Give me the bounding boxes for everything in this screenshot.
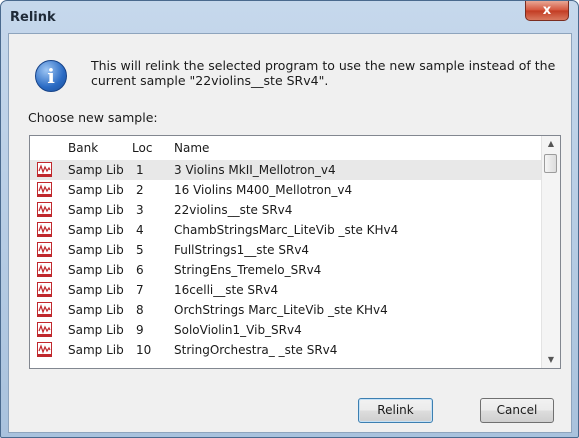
cell-loc: 7 bbox=[136, 283, 144, 297]
relink-button[interactable]: Relink bbox=[358, 398, 433, 423]
scroll-thumb[interactable] bbox=[544, 154, 557, 173]
cell-bank: Samp Lib bbox=[68, 283, 124, 297]
column-header-name[interactable]: Name bbox=[174, 141, 209, 155]
cell-name: 16 Violins M400_Mellotron_v4 bbox=[174, 183, 353, 197]
cell-bank: Samp Lib bbox=[68, 323, 124, 337]
relink-dialog: Relink x i This will relink the selected… bbox=[0, 0, 579, 438]
title-bar[interactable]: Relink x bbox=[1, 1, 578, 35]
waveform-icon bbox=[37, 222, 52, 237]
cell-name: StringEns_Tremelo_SRv4 bbox=[174, 263, 322, 277]
cell-name: 16celli__ste SRv4 bbox=[174, 283, 279, 297]
cell-bank: Samp Lib bbox=[68, 243, 124, 257]
waveform-icon bbox=[37, 342, 52, 357]
cell-bank: Samp Lib bbox=[68, 223, 124, 237]
dialog-message: This will relink the selected program to… bbox=[91, 58, 556, 88]
cell-bank: Samp Lib bbox=[68, 343, 124, 357]
cell-bank: Samp Lib bbox=[68, 203, 124, 217]
waveform-icon bbox=[37, 202, 52, 217]
cell-loc: 10 bbox=[136, 343, 152, 357]
info-icon-glyph: i bbox=[47, 64, 55, 88]
cell-bank: Samp Lib bbox=[68, 183, 124, 197]
list-row[interactable]: Samp Lib 5 FullStrings1__ste SRv4 bbox=[30, 240, 542, 260]
cancel-button[interactable]: Cancel bbox=[480, 398, 554, 423]
list-rows: Samp Lib 1 3 Violins MkII_Mellotron_v4 Samp… bbox=[30, 160, 542, 360]
column-header-bank[interactable]: Bank bbox=[68, 141, 98, 155]
cell-bank: Samp Lib bbox=[68, 163, 124, 177]
dialog-body: i This will relink the selected program … bbox=[8, 33, 572, 433]
waveform-icon bbox=[37, 302, 52, 317]
list-row[interactable]: Samp Lib 8 OrchStrings Marc_LiteVib _ste K… bbox=[30, 300, 542, 320]
waveform-icon bbox=[37, 282, 52, 297]
list-row[interactable]: Samp Lib 10 StringOrchestra_ _ste SRv4 bbox=[30, 340, 542, 360]
cell-loc: 5 bbox=[136, 243, 144, 257]
scroll-down-arrow-icon[interactable]: ▼ bbox=[542, 352, 560, 368]
cell-loc: 6 bbox=[136, 263, 144, 277]
list-row[interactable]: Samp Lib 9 SoloViolin1_Vib_SRv4 bbox=[30, 320, 542, 340]
column-header-loc[interactable]: Loc bbox=[132, 141, 152, 155]
scroll-up-arrow-icon[interactable]: ▲ bbox=[542, 136, 560, 152]
cell-name: 22violins__ste SRv4 bbox=[174, 203, 293, 217]
choose-sample-label: Choose new sample: bbox=[28, 110, 158, 125]
list-row[interactable]: Samp Lib 7 16celli__ste SRv4 bbox=[30, 280, 542, 300]
waveform-icon bbox=[37, 242, 52, 257]
cell-loc: 4 bbox=[136, 223, 144, 237]
waveform-icon bbox=[37, 322, 52, 337]
cell-bank: Samp Lib bbox=[68, 303, 124, 317]
cell-name: ChambStringsMarc_LiteVib _ste KHv4 bbox=[174, 223, 399, 237]
cell-loc: 2 bbox=[136, 183, 144, 197]
cell-name: StringOrchestra_ _ste SRv4 bbox=[174, 343, 338, 357]
close-icon: x bbox=[542, 3, 552, 18]
window-title: Relink bbox=[10, 10, 56, 25]
list-row[interactable]: Samp Lib 2 16 Violins M400_Mellotron_v4 bbox=[30, 180, 542, 200]
vertical-scrollbar[interactable]: ▲ ▼ bbox=[541, 136, 560, 368]
list-row[interactable]: Samp Lib 3 22violins__ste SRv4 bbox=[30, 200, 542, 220]
close-button[interactable]: x bbox=[525, 1, 569, 21]
waveform-icon bbox=[37, 182, 52, 197]
cell-loc: 8 bbox=[136, 303, 144, 317]
cell-name: 3 Violins MkII_Mellotron_v4 bbox=[174, 163, 336, 177]
info-icon: i bbox=[35, 60, 67, 92]
cell-loc: 9 bbox=[136, 323, 144, 337]
waveform-icon bbox=[37, 262, 52, 277]
sample-list[interactable]: Bank Loc Name Samp Lib 1 3 Violins MkII_Me… bbox=[29, 135, 561, 369]
cell-name: SoloViolin1_Vib_SRv4 bbox=[174, 323, 302, 337]
list-header: Bank Loc Name bbox=[30, 136, 542, 161]
list-row[interactable]: Samp Lib 6 StringEns_Tremelo_SRv4 bbox=[30, 260, 542, 280]
list-row[interactable]: Samp Lib 4 ChambStringsMarc_LiteVib _ste K… bbox=[30, 220, 542, 240]
cell-loc: 3 bbox=[136, 203, 144, 217]
waveform-icon bbox=[37, 162, 52, 177]
cell-bank: Samp Lib bbox=[68, 263, 124, 277]
cell-name: FullStrings1__ste SRv4 bbox=[174, 243, 310, 257]
cell-loc: 1 bbox=[136, 163, 144, 177]
cell-name: OrchStrings Marc_LiteVib _ste KHv4 bbox=[174, 303, 388, 317]
list-row[interactable]: Samp Lib 1 3 Violins MkII_Mellotron_v4 bbox=[30, 160, 542, 180]
